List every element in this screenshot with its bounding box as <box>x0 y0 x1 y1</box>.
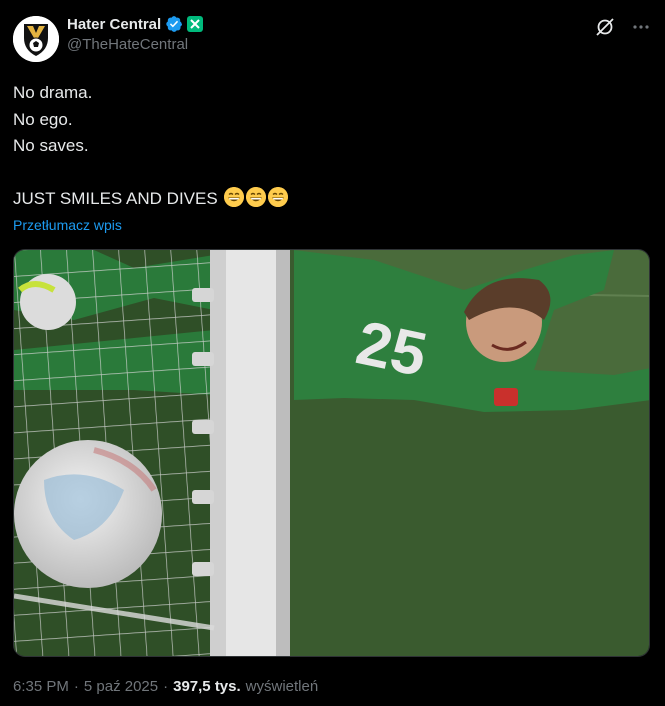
goalkeeper-dive-photo: 25 <box>14 250 649 656</box>
tweet-line: No ego. <box>13 109 73 129</box>
handle[interactable]: @TheHateCentral <box>67 36 203 53</box>
translate-post-link[interactable]: Przetłumacz wpis <box>13 217 122 233</box>
tweet-meta: 6:35 PM · 5 paź 2025 · 397,5 tys. wyświe… <box>13 678 318 695</box>
affiliate-badge-icon[interactable] <box>187 16 204 32</box>
grinning-face-icon <box>224 187 245 207</box>
more-options-icon[interactable] <box>630 16 652 38</box>
tweet-line: No saves. <box>13 136 89 155</box>
timestamp-time[interactable]: 6:35 PM <box>13 678 69 695</box>
avatar[interactable] <box>13 16 59 62</box>
timestamp-date[interactable]: 5 paź 2025 <box>84 678 158 695</box>
tweet-line: JUST SMILES AND DIVES <box>13 189 218 208</box>
tweet-media-photo[interactable]: 25 <box>13 249 650 657</box>
separator: · <box>163 678 169 695</box>
separator: · <box>73 678 79 695</box>
tweet-text: No drama. No ego. No saves. JUST SMILES … <box>13 80 289 213</box>
verified-badge-icon[interactable] <box>165 15 183 33</box>
views-label: wyświetleń <box>245 678 319 695</box>
display-name[interactable]: Hater Central <box>67 16 161 33</box>
tweet-line: No drama. <box>13 83 93 102</box>
tweet-header: Hater Central @TheHateCentral <box>13 12 652 62</box>
jersey-number: 25 <box>351 308 433 390</box>
grinning-face-icon <box>268 187 289 207</box>
grok-icon[interactable] <box>594 16 616 38</box>
tweet-line-emphasis: JUST SMILES AND DIVES <box>13 186 289 213</box>
views-count[interactable]: 397,5 tys. <box>173 678 241 695</box>
hater-central-logo-icon <box>13 16 59 62</box>
grinning-face-icon <box>246 187 267 207</box>
